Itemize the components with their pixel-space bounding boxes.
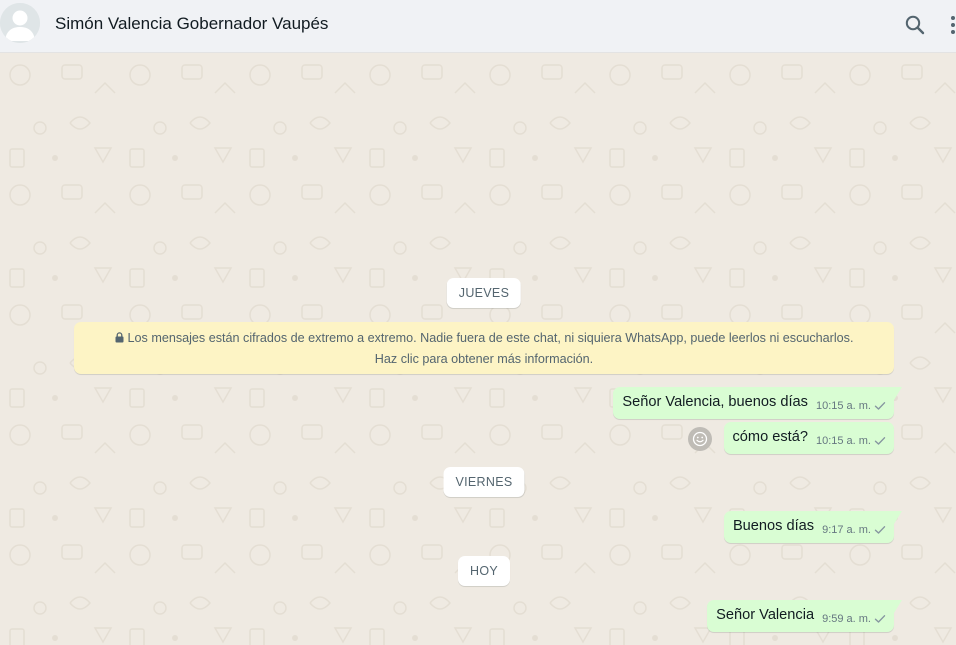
- outgoing-message[interactable]: Señor Valencia, buenos días 10:15 a. m.: [613, 387, 902, 419]
- lock-icon: [115, 332, 124, 343]
- message-meta: 9:59 a. m.: [822, 613, 886, 625]
- message-time: 9:59 a. m.: [822, 613, 871, 625]
- encryption-notice[interactable]: Los mensajes están cifrados de extremo a…: [74, 322, 894, 374]
- contact-avatar[interactable]: [0, 3, 40, 43]
- message-time: 9:17 a. m.: [822, 524, 871, 536]
- message-text: cómo está?: [732, 429, 808, 445]
- outgoing-message[interactable]: Buenos días 9:17 a. m.: [723, 511, 903, 543]
- smiley-icon: [692, 431, 708, 447]
- single-check-icon: [874, 615, 886, 623]
- encryption-notice-line1: Los mensajes están cifrados de extremo a…: [74, 328, 894, 349]
- date-divider-jueves: JUEVES: [446, 278, 522, 308]
- date-divider-hoy: HOY: [458, 556, 510, 586]
- chat-header: Simón Valencia Gobernador Vaupés: [0, 0, 956, 53]
- single-check-icon: [874, 526, 886, 534]
- message-meta: 10:15 a. m.: [816, 435, 886, 447]
- default-avatar-icon: [0, 3, 40, 43]
- outgoing-message[interactable]: Señor Valencia 9:59 a. m.: [707, 600, 902, 632]
- chat-panel[interactable]: JUEVES Los mensajes están cifrados de ex…: [0, 53, 956, 645]
- message-meta: 10:15 a. m.: [816, 400, 886, 412]
- message-text: Señor Valencia: [716, 607, 815, 623]
- menu-button[interactable]: [944, 13, 956, 37]
- single-check-icon: [874, 402, 886, 410]
- search-button[interactable]: [903, 13, 927, 37]
- single-check-icon: [874, 437, 886, 445]
- reaction-button[interactable]: [688, 427, 712, 451]
- contact-name[interactable]: Simón Valencia Gobernador Vaupés: [55, 14, 328, 34]
- message-meta: 9:17 a. m.: [822, 524, 886, 536]
- message-time: 10:15 a. m.: [815, 435, 871, 447]
- date-divider-viernes: VIERNES: [443, 467, 525, 497]
- outgoing-message[interactable]: cómo está? 10:15 a. m.: [723, 422, 894, 454]
- message-text: Señor Valencia, buenos días: [622, 394, 808, 410]
- search-icon: [905, 15, 925, 35]
- message-time: 10:15 a. m.: [815, 400, 871, 412]
- encryption-notice-line2: Haz clic para obtener más información.: [374, 352, 594, 366]
- message-text: Buenos días: [732, 518, 815, 534]
- menu-icon: [951, 16, 955, 34]
